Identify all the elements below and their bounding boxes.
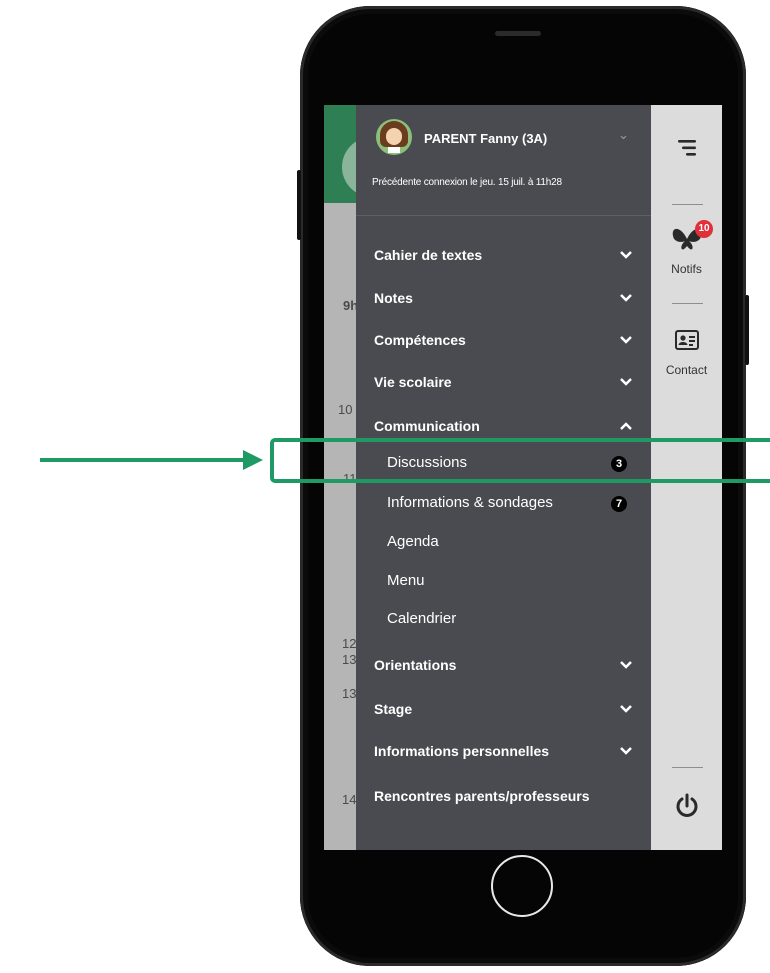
last-login-text: Précédente connexion le jeu. 15 juil. à … [372,177,562,188]
annotation-highlight-box [270,438,770,483]
divider [672,767,703,768]
menu-item-competences[interactable]: Compétences [356,324,651,358]
time-label: 13 [342,686,357,701]
chevron-up-icon [620,422,632,430]
submenu-item-label: Menu [387,572,425,589]
submenu-item-calendrier[interactable]: Calendrier [356,602,651,636]
contact-card-icon [675,330,699,350]
menu-toggle-icon[interactable] [678,139,698,157]
speaker-grille [495,31,541,36]
submenu-item-label: Agenda [387,533,439,550]
submenu-item-label: Informations & sondages [387,494,553,511]
menu-item-label: Informations personnelles [374,743,550,759]
profile-name: PARENT Fanny (3A) [424,131,548,146]
count-badge: 7 [611,496,627,512]
menu-item-notes[interactable]: Notes [356,282,651,316]
chevron-down-icon [620,251,632,259]
notification-count-badge: 10 [695,220,713,238]
menu-item-cahier-de-textes[interactable]: Cahier de textes [356,239,651,273]
divider [672,204,703,205]
submenu-item-agenda[interactable]: Agenda [356,525,651,559]
notifs-label: Notifs [671,262,702,276]
menu-item-label: Vie scolaire [374,374,452,390]
submenu-item-menu[interactable]: Menu [356,564,651,598]
chevron-down-icon [620,336,632,344]
avatar [376,119,412,155]
divider [672,303,703,304]
contact-button[interactable]: Contact [651,325,722,385]
chevron-down-icon[interactable]: ⌄ [618,127,629,143]
home-button[interactable] [491,855,553,917]
menu-item-label: Orientations [374,657,457,673]
power-icon[interactable] [674,793,700,819]
menu-item-label: Cahier de textes [374,247,483,263]
contact-label: Contact [665,363,708,377]
notifs-button[interactable]: 10 Notifs [651,215,722,285]
menu-item-orientations[interactable]: Orientations [356,649,651,683]
menu-item-label: Stage [374,701,413,717]
time-label: 14 [342,792,357,807]
menu-item-label: Compétences [374,332,466,348]
menu-item-label: Rencontres parents/professeurs [374,788,590,804]
menu-item-vie-scolaire[interactable]: Vie scolaire [356,366,651,400]
volume-button [297,170,301,240]
chevron-down-icon [620,661,632,669]
menu-item-label: Communication [374,418,480,434]
menu-item-informations-personnelles[interactable]: Informations personnelles [356,735,651,769]
chevron-down-icon [620,294,632,302]
submenu-item-informations-sondages[interactable]: Informations & sondages 7 [356,486,651,520]
profile-header[interactable]: PARENT Fanny (3A) ⌄ Précédente connexion… [356,105,651,216]
time-label: 13 [342,652,357,667]
power-button [745,295,749,365]
submenu-item-label: Calendrier [387,610,457,627]
time-label: 10 [338,402,353,417]
annotation-arrow-head [243,450,263,470]
annotation-arrow [40,458,245,462]
menu-item-label: Notes [374,290,413,306]
chevron-down-icon [620,705,632,713]
chevron-down-icon [620,747,632,755]
menu-item-stage[interactable]: Stage [356,693,651,727]
chevron-down-icon [620,378,632,386]
menu-item-rencontres[interactable]: Rencontres parents/professeurs [356,780,651,814]
time-label: 12 [342,636,357,651]
